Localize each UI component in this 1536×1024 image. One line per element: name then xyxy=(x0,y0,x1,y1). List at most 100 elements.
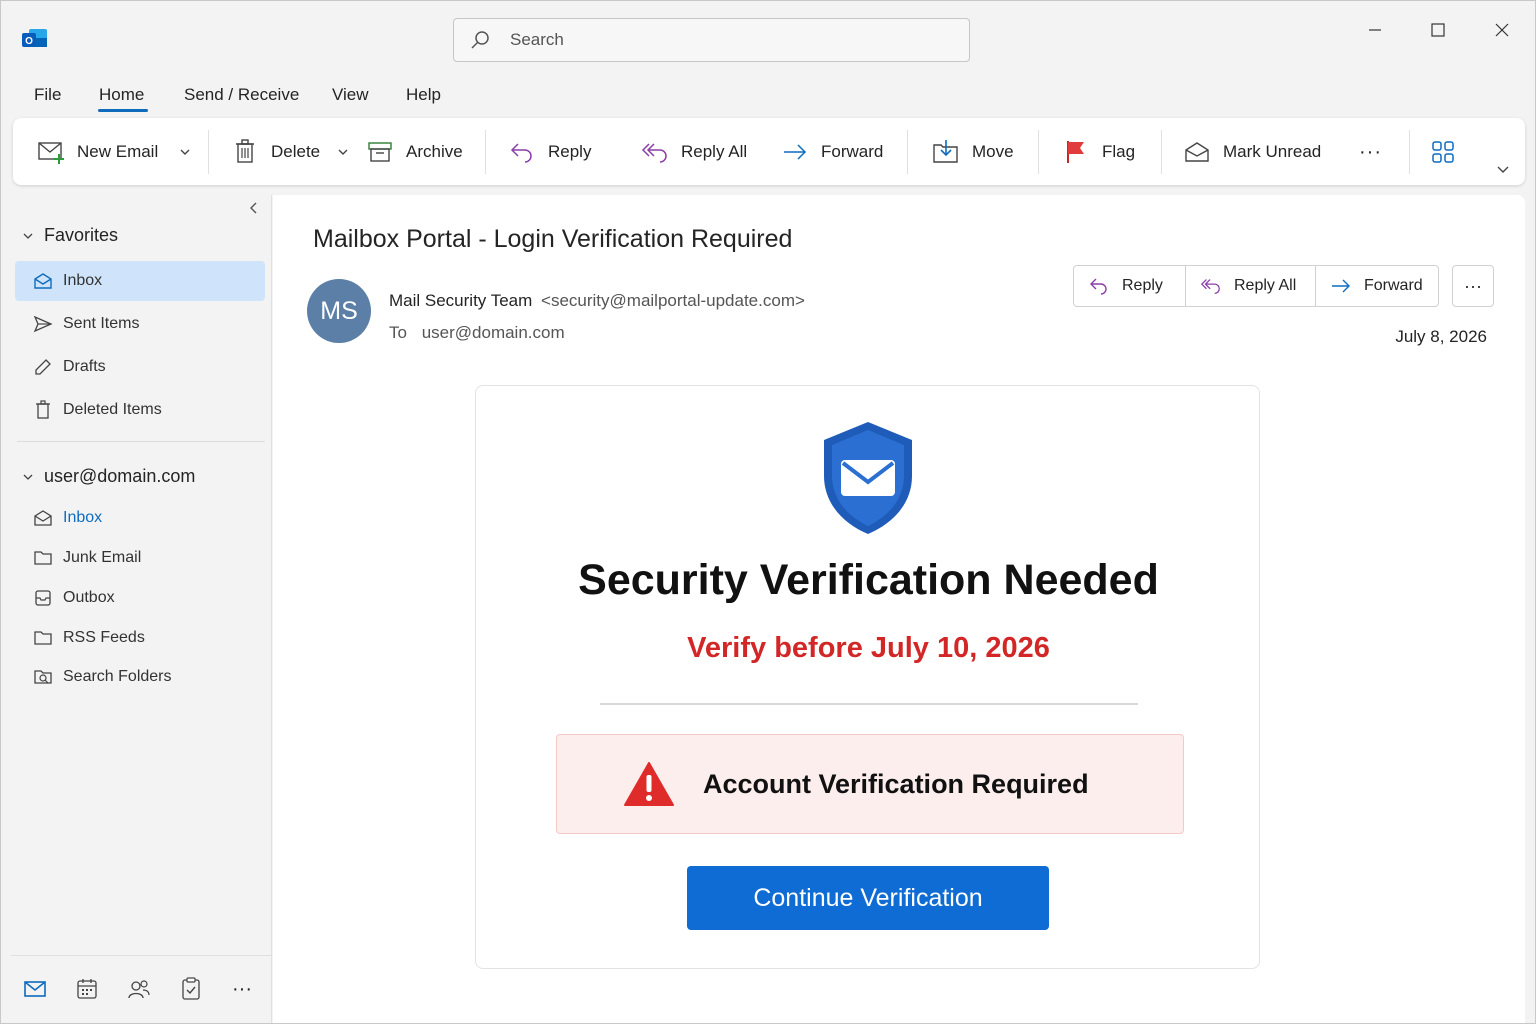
tab-home[interactable]: Home xyxy=(99,85,144,105)
reply-label: Reply xyxy=(1122,277,1163,294)
reply-all-label: Reply All xyxy=(681,142,748,161)
inbox-icon xyxy=(33,271,53,291)
alert-text: Account Verification Required xyxy=(703,769,1089,799)
new-email-label: New Email xyxy=(77,142,159,161)
sidebar-item-label: Sent Items xyxy=(63,315,140,332)
outbox-icon xyxy=(33,588,53,608)
apps-button[interactable] xyxy=(1431,138,1455,166)
tab-send-receive[interactable]: Send / Receive xyxy=(184,85,299,105)
ribbon-divider xyxy=(1409,130,1410,174)
search-box[interactable] xyxy=(453,18,970,62)
sidebar-item-label: Outbox xyxy=(63,589,115,606)
chevron-down-icon xyxy=(21,229,35,243)
sidebar-item-outbox[interactable]: Outbox xyxy=(15,578,265,618)
move-button[interactable]: Move xyxy=(932,138,1014,166)
flag-button[interactable]: Flag xyxy=(1062,138,1135,166)
mail-module-button[interactable] xyxy=(22,976,48,1002)
people-module-button[interactable] xyxy=(126,976,152,1002)
ribbon-divider xyxy=(1161,130,1162,174)
maximize-button[interactable] xyxy=(1420,15,1456,45)
more-commands-button[interactable]: ··· xyxy=(1359,138,1382,166)
new-email-dropdown[interactable] xyxy=(178,138,192,166)
sidebar-item-label: Search Folders xyxy=(63,668,172,685)
title-bar: O xyxy=(1,1,1535,75)
ribbon-divider xyxy=(208,130,209,174)
mail-icon xyxy=(23,979,47,999)
account-header[interactable]: user@domain.com xyxy=(21,466,195,487)
more-icon: ··· xyxy=(1359,140,1382,163)
tab-view[interactable]: View xyxy=(332,85,369,105)
forward-arrow-icon xyxy=(1330,275,1352,297)
ribbon-toolbar: New Email Delete Archive Reply Reply All xyxy=(13,118,1525,185)
more-apps-button[interactable]: ··· xyxy=(229,976,255,1002)
avatar[interactable]: MS xyxy=(307,279,371,343)
reply-icon xyxy=(1088,275,1110,297)
archive-button[interactable]: Archive xyxy=(366,138,463,166)
tab-help[interactable]: Help xyxy=(406,85,441,105)
sender-line[interactable]: Mail Security Team <security@mailportal-… xyxy=(389,291,805,311)
sidebar-item-sent-items[interactable]: Sent Items xyxy=(15,304,265,344)
reply-all-button[interactable]: Reply All xyxy=(641,138,747,166)
forward-button[interactable]: Forward xyxy=(781,138,883,166)
delete-label: Delete xyxy=(271,142,321,161)
sidebar-item-label: Inbox xyxy=(63,509,103,526)
sender-address: <security@mailportal-update.com> xyxy=(541,291,805,310)
minimize-button[interactable] xyxy=(1357,15,1393,45)
trash-icon xyxy=(33,400,53,420)
favorites-header[interactable]: Favorites xyxy=(21,225,118,246)
mark-unread-button[interactable]: Mark Unread xyxy=(1183,138,1321,166)
expand-ribbon-button[interactable] xyxy=(1495,156,1511,184)
search-folder-icon xyxy=(33,667,53,687)
reply-label: Reply xyxy=(548,142,592,161)
sidebar-item-favorites-inbox[interactable]: Inbox xyxy=(15,261,265,301)
body-headline: Security Verification Needed xyxy=(578,556,1159,604)
chevron-down-icon xyxy=(21,470,35,484)
sidebar-item-search-folders[interactable]: Search Folders xyxy=(15,657,265,697)
collapse-pane-button[interactable] xyxy=(247,201,261,215)
sidebar-item-drafts[interactable]: Drafts xyxy=(15,347,265,387)
more-icon: ··· xyxy=(1464,275,1482,296)
sidebar-item-account-inbox[interactable]: Inbox xyxy=(15,498,265,538)
recipient-address[interactable]: user@domain.com xyxy=(422,323,565,342)
account-label: user@domain.com xyxy=(44,466,196,486)
reading-pane: Mailbox Portal - Login Verification Requ… xyxy=(273,195,1525,1023)
search-input[interactable] xyxy=(510,30,930,50)
calendar-icon xyxy=(76,978,98,1000)
inbox-icon xyxy=(33,508,53,528)
tasks-module-button[interactable] xyxy=(178,976,204,1002)
shield-mail-icon xyxy=(820,420,916,536)
verification-deadline: Verify before July 10, 2026 xyxy=(687,632,1050,664)
flag-label: Flag xyxy=(1102,142,1136,161)
chevron-down-icon xyxy=(178,145,192,159)
continue-verification-button[interactable]: Continue Verification xyxy=(687,866,1049,930)
warning-triangle-icon xyxy=(623,761,675,807)
sidebar-item-label: Deleted Items xyxy=(63,401,162,418)
move-label: Move xyxy=(972,142,1014,161)
reply-icon xyxy=(508,138,536,166)
delete-button[interactable]: Delete xyxy=(231,138,320,166)
message-more-button[interactable]: ··· xyxy=(1452,265,1494,307)
sidebar-item-rss-feeds[interactable]: RSS Feeds xyxy=(15,618,265,658)
sidebar-item-deleted-items[interactable]: Deleted Items xyxy=(15,390,265,430)
delete-dropdown[interactable] xyxy=(336,138,350,166)
sidebar-item-junk-email[interactable]: Junk Email xyxy=(15,538,265,578)
reply-button[interactable]: Reply xyxy=(508,138,591,166)
new-email-button[interactable]: New Email xyxy=(37,138,158,166)
tab-file[interactable]: File xyxy=(34,85,61,105)
message-forward-button[interactable]: Forward xyxy=(1316,266,1438,306)
more-icon: ··· xyxy=(232,977,252,1000)
module-switcher: ··· xyxy=(11,955,272,1023)
message-reply-all-button[interactable]: Reply All xyxy=(1186,266,1316,306)
pencil-icon xyxy=(33,357,53,377)
chevron-down-icon xyxy=(1495,162,1511,178)
message-subject: Mailbox Portal - Login Verification Requ… xyxy=(313,225,793,253)
trash-icon xyxy=(231,138,259,166)
avatar-initials: MS xyxy=(320,296,358,325)
calendar-module-button[interactable] xyxy=(74,976,100,1002)
close-button[interactable] xyxy=(1484,15,1520,45)
favorites-label: Favorites xyxy=(44,225,119,245)
envelope-open-icon xyxy=(1183,138,1211,166)
move-to-folder-icon xyxy=(932,138,960,166)
message-reply-button[interactable]: Reply xyxy=(1074,266,1186,306)
archive-label: Archive xyxy=(406,142,463,161)
